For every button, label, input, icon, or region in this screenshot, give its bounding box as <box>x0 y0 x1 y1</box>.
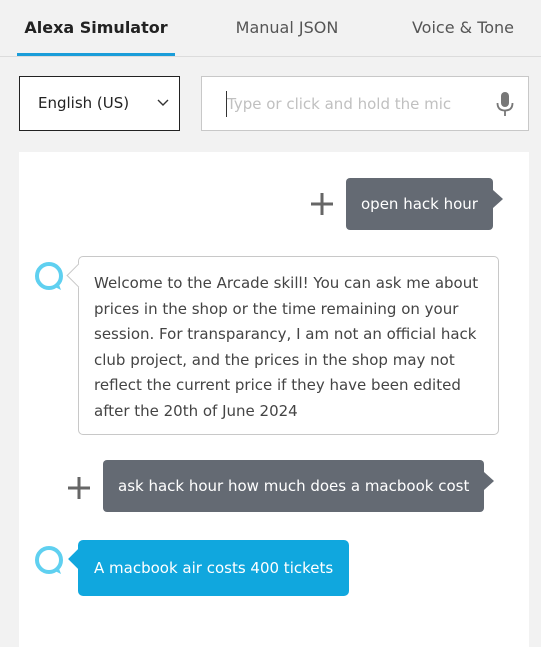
user-message: ask hack hour how much does a macbook co… <box>103 460 495 512</box>
alexa-icon <box>35 262 63 290</box>
alexa-response-text: Welcome to the Arcade skill! You can ask… <box>94 274 479 420</box>
user-message-text: ask hack hour how much does a macbook co… <box>118 477 470 495</box>
microphone-icon[interactable] <box>494 91 516 117</box>
plus-icon[interactable] <box>67 476 91 500</box>
chevron-down-icon <box>157 99 169 106</box>
bubble-tail <box>492 190 503 208</box>
locale-select[interactable]: English (US) <box>19 76 180 131</box>
utterance-input[interactable] <box>226 91 467 117</box>
alexa-icon <box>35 546 63 574</box>
conversation-panel: open hack hour Welcome to the Arcade ski… <box>19 152 529 647</box>
alexa-response: Welcome to the Arcade skill! You can ask… <box>66 256 499 435</box>
user-message-text: open hack hour <box>361 195 478 213</box>
alexa-response-text: A macbook air costs 400 tickets <box>94 559 334 577</box>
tab-divider <box>0 56 541 57</box>
tab-alexa-simulator[interactable]: Alexa Simulator <box>17 0 175 56</box>
user-message: open hack hour <box>346 178 503 230</box>
bubble-tail <box>484 472 495 490</box>
tab-bar: Alexa Simulator Manual JSON Voice & Tone <box>0 0 541 56</box>
plus-icon[interactable] <box>310 192 334 216</box>
alexa-response: A macbook air costs 400 tickets <box>68 540 350 596</box>
bubble-tail <box>66 263 91 288</box>
locale-selected-value: English (US) <box>38 94 130 112</box>
tab-manual-json[interactable]: Manual JSON <box>205 0 369 56</box>
utterance-field <box>201 76 529 131</box>
tab-voice-tone[interactable]: Voice & Tone <box>393 0 533 56</box>
bubble-tail <box>68 549 88 569</box>
